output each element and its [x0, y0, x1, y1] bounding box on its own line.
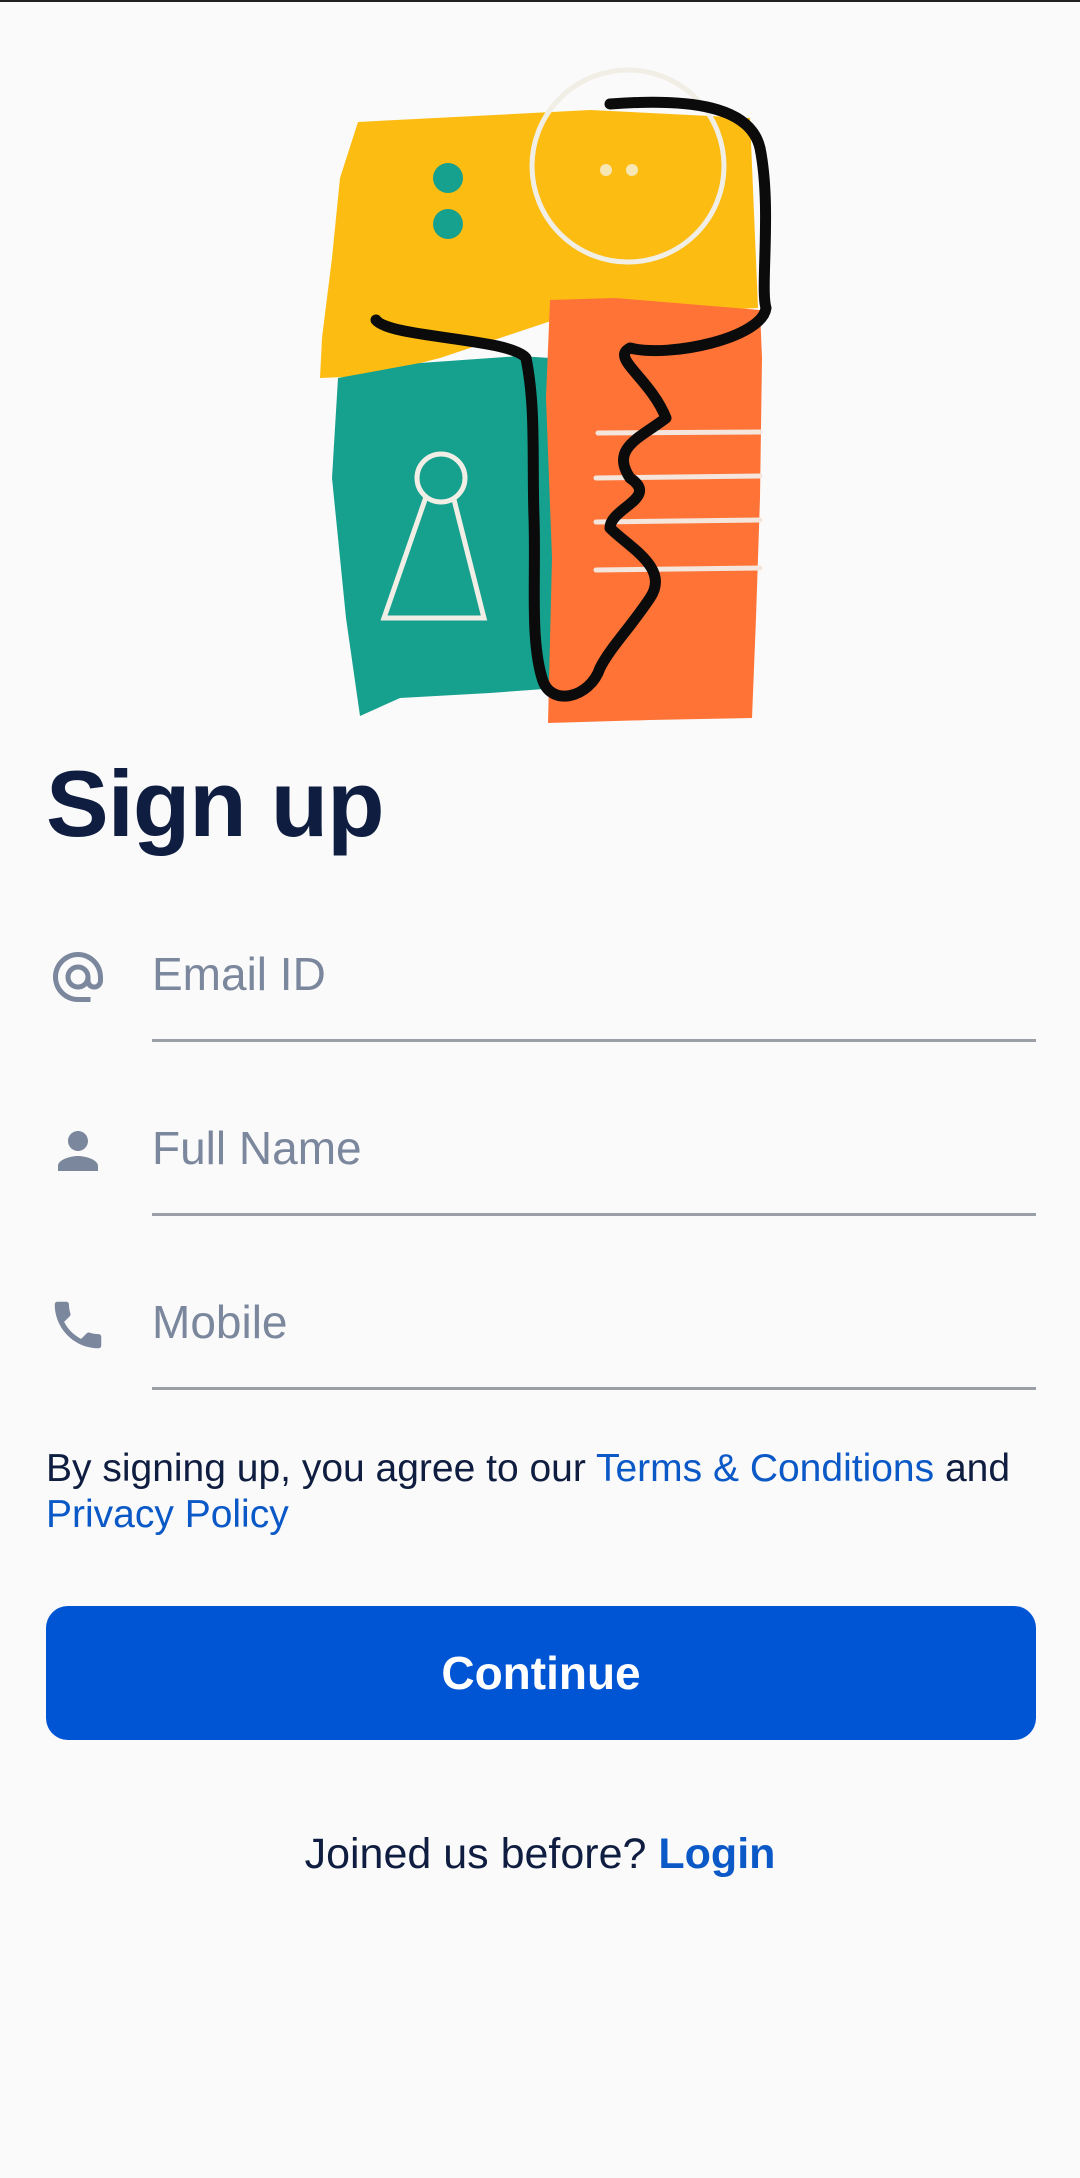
full-name-input[interactable]	[152, 1108, 1036, 1188]
login-prompt-text: Joined us before?	[304, 1830, 659, 1878]
email-underline	[152, 1039, 1036, 1042]
signup-illustration	[320, 67, 772, 723]
phone-icon	[46, 1260, 110, 1390]
illustration-dot	[433, 209, 463, 239]
illustration-orange-block	[546, 298, 762, 723]
illustration-dot	[433, 163, 463, 193]
full-name-field-row	[46, 1086, 1036, 1216]
illustration-teal-block	[332, 356, 558, 716]
mobile-underline	[152, 1387, 1036, 1390]
mobile-input[interactable]	[152, 1282, 1036, 1362]
full-name-underline	[152, 1213, 1036, 1216]
at-icon	[46, 912, 110, 1042]
continue-button[interactable]: Continue	[46, 1606, 1036, 1740]
terms-text: By signing up, you agree to our Terms & …	[46, 1446, 1046, 1538]
person-icon	[46, 1086, 110, 1216]
mobile-field-row	[46, 1260, 1036, 1390]
email-input[interactable]	[152, 934, 1036, 1014]
terms-prefix: By signing up, you agree to our	[46, 1447, 596, 1490]
login-prompt: Joined us before? Login	[0, 1830, 1080, 1879]
email-field-row	[46, 912, 1036, 1042]
login-link[interactable]: Login	[658, 1830, 775, 1878]
terms-conditions-link[interactable]: Terms & Conditions	[596, 1447, 934, 1490]
top-divider	[0, 0, 1080, 2]
privacy-policy-link[interactable]: Privacy Policy	[46, 1493, 289, 1536]
terms-middle: and	[934, 1447, 1011, 1490]
page-title: Sign up	[46, 751, 385, 856]
